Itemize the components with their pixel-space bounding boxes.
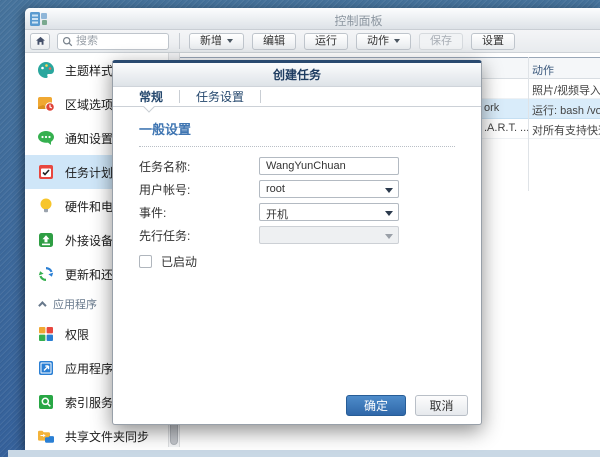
- chevron-down-icon: [394, 39, 400, 43]
- search-input[interactable]: [76, 35, 156, 47]
- task-name-input[interactable]: [259, 157, 399, 175]
- window-title: 控制面板: [71, 12, 600, 29]
- event-select[interactable]: 开机: [259, 203, 399, 221]
- sidebar-item-label: 区域选项: [65, 96, 113, 113]
- toolbar-separator: [179, 33, 180, 49]
- task-scheduler-icon: [36, 162, 56, 182]
- create-task-dialog: 创建任务 常规 任务设置 一般设置 任务名称: 用户帐号: root 事件: 开…: [112, 60, 482, 425]
- sidebar-section-label: 应用程序: [53, 296, 97, 312]
- chevron-down-icon: [227, 39, 233, 43]
- form-row-task-name: 任务名称:: [139, 157, 455, 175]
- form-row-event: 事件: 开机: [139, 203, 455, 221]
- control-panel-icon: [30, 11, 47, 32]
- chevron-down-icon: [385, 234, 393, 239]
- enabled-checkbox[interactable]: [139, 255, 152, 268]
- action-button[interactable]: 动作: [356, 33, 411, 50]
- power-icon: [36, 196, 56, 216]
- cell-action: 对所有支持快速检: [532, 122, 600, 138]
- external-device-icon: [36, 230, 56, 250]
- sidebar-item-label: 索引服务: [65, 394, 113, 411]
- home-icon: [34, 35, 47, 47]
- cell-action: 照片/视频导入: [532, 82, 600, 98]
- search-box[interactable]: [57, 33, 169, 50]
- home-button[interactable]: [30, 33, 50, 50]
- sidebar-item-label: 共享文件夹同步: [65, 428, 149, 445]
- notification-icon: [36, 128, 56, 148]
- toolbar: 新增 编辑 运行 动作 保存 设置: [25, 30, 600, 53]
- create-button[interactable]: 新增: [189, 33, 244, 50]
- window-titlebar: 控制面板: [25, 8, 600, 30]
- window-bottom-edge: [8, 450, 600, 457]
- sidebar-item-label: 任务计划: [65, 164, 113, 181]
- search-icon: [62, 36, 73, 47]
- cell-name-fragment: ork: [484, 102, 499, 114]
- form-row-pretask: 先行任务:: [139, 226, 455, 244]
- user-account-select[interactable]: root: [259, 180, 399, 198]
- folder-sync-icon: [36, 426, 56, 446]
- tab-task-settings[interactable]: 任务设置: [192, 88, 248, 105]
- dialog-footer: 确定 取消: [346, 395, 468, 416]
- sidebar-item-label: 通知设置: [65, 130, 113, 147]
- form-row-user-account: 用户帐号: root: [139, 180, 455, 198]
- index-service-icon: [36, 392, 56, 412]
- sidebar-item-label: 外接设备: [65, 232, 113, 249]
- selected-value: 开机: [266, 206, 288, 222]
- cancel-button[interactable]: 取消: [415, 395, 468, 416]
- field-label: 任务名称:: [139, 158, 259, 175]
- pretask-select: [259, 226, 399, 244]
- palette-icon: [36, 60, 56, 80]
- cell-action: 运行: bash /volu: [532, 102, 600, 118]
- column-header-action[interactable]: 动作: [532, 62, 554, 78]
- tab-separator: [179, 90, 180, 103]
- field-label: 用户帐号:: [139, 181, 259, 198]
- chevron-down-icon: [385, 188, 393, 193]
- dialog-tabs: 常规 任务设置: [113, 87, 481, 107]
- section-title: 一般设置: [139, 119, 455, 147]
- run-button[interactable]: 运行: [304, 33, 348, 50]
- checkbox-label: 已启动: [161, 253, 197, 270]
- enabled-checkbox-row: 已启动: [139, 253, 455, 270]
- app-portal-icon: [36, 358, 56, 378]
- field-label: 先行任务:: [139, 227, 259, 244]
- dialog-title: 创建任务: [113, 63, 481, 87]
- tab-separator: [260, 90, 261, 103]
- sidebar-item-label: 主题样式: [65, 62, 113, 79]
- settings-button[interactable]: 设置: [471, 33, 515, 50]
- update-restore-icon: [36, 264, 56, 284]
- edit-button[interactable]: 编辑: [252, 33, 296, 50]
- dialog-body: 一般设置 任务名称: 用户帐号: root 事件: 开机 先行任务:: [113, 107, 481, 390]
- region-icon: [36, 94, 56, 114]
- cell-name-fragment: .A.R.T. ...: [484, 122, 529, 134]
- field-label: 事件:: [139, 204, 259, 221]
- sidebar-item-label: 权限: [65, 326, 89, 343]
- chevron-down-icon: [385, 211, 393, 216]
- column-divider: [528, 57, 529, 191]
- chevron-up-icon: [38, 301, 46, 309]
- selected-value: root: [266, 183, 285, 195]
- save-button: 保存: [419, 33, 463, 50]
- privileges-icon: [36, 324, 56, 344]
- ok-button[interactable]: 确定: [346, 395, 406, 416]
